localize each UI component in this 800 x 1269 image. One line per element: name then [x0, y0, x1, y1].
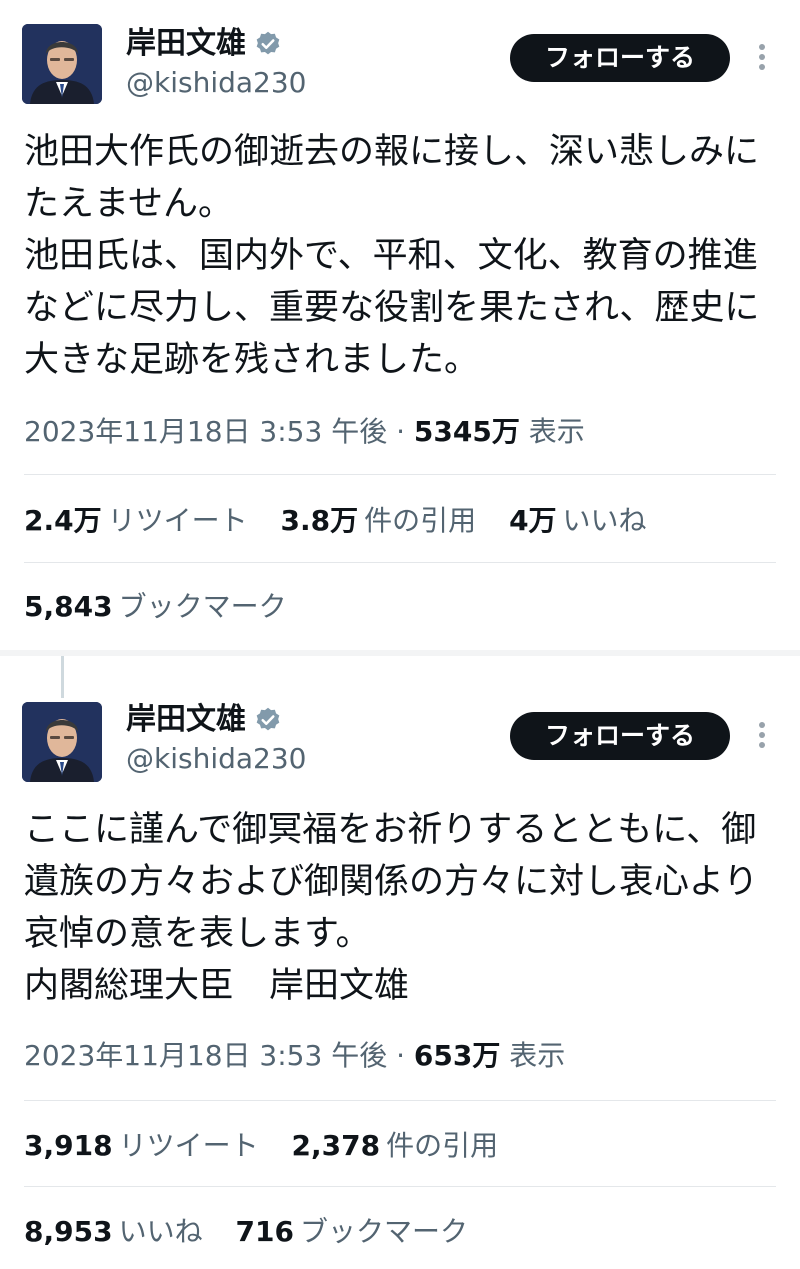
- bookmark-label: ブックマーク: [299, 1215, 468, 1248]
- quote-label: 件の引用: [364, 504, 477, 537]
- retweet-stat[interactable]: 3,918 リツイート: [24, 1129, 259, 1162]
- like-stat[interactable]: 8,953 いいね: [24, 1215, 203, 1248]
- tweet-text: ここに謹んで御冥福をお祈りするとともに、御遺族の方々および御関係の方々に対し衷心…: [24, 810, 759, 1006]
- view-label: 表示: [528, 415, 585, 448]
- tweet-separator: [0, 650, 800, 656]
- bookmark-label: ブックマーク: [118, 590, 287, 623]
- quote-stat[interactable]: 2,378 件の引用: [292, 1129, 499, 1162]
- more-options-icon[interactable]: [752, 44, 772, 74]
- author-row: 岸田文雄: [126, 702, 282, 738]
- author-row: 岸田文雄: [126, 26, 282, 62]
- timestamp[interactable]: 2023年11月18日 3:53 午後: [24, 1039, 387, 1072]
- bookmark-count: 716: [235, 1215, 294, 1248]
- divider: [24, 1100, 776, 1101]
- author-name[interactable]: 岸田文雄: [126, 702, 246, 738]
- view-label: 表示: [509, 1039, 566, 1072]
- view-count: 653万: [413, 1039, 501, 1072]
- author-handle[interactable]: @kishida230: [126, 66, 306, 100]
- tweet-2: 岸田文雄 @kishida230 フォローする ここに謹んで御冥福をお祈りすると…: [0, 676, 800, 1269]
- more-options-icon[interactable]: [752, 722, 772, 752]
- engagement-stats: 2.4万 リツイート 3.8万 件の引用 4万 いいね: [24, 503, 671, 539]
- bookmark-stat[interactable]: 716 ブックマーク: [236, 1215, 468, 1248]
- tweet-1: 岸田文雄 @kishida230 フォローする 池田大作氏の御逝去の報に接し、深…: [0, 0, 800, 650]
- divider: [24, 474, 776, 475]
- meta-dot: ·: [396, 415, 406, 448]
- verified-badge-icon: [256, 31, 280, 55]
- tweet-meta: 2023年11月18日 3:53 午後 · 653万 表示: [24, 1038, 565, 1074]
- meta-dot: ·: [396, 1039, 406, 1072]
- follow-button[interactable]: フォローする: [510, 712, 730, 760]
- avatar-image: [22, 702, 102, 782]
- quote-label: 件の引用: [386, 1129, 499, 1162]
- avatar[interactable]: [22, 702, 102, 782]
- quote-count: 2,378: [291, 1129, 381, 1162]
- like-count: 4万: [509, 504, 557, 537]
- avatar-image: [22, 24, 102, 104]
- retweet-label: リツイート: [107, 504, 248, 537]
- retweet-stat[interactable]: 2.4万 リツイート: [24, 504, 248, 537]
- timestamp[interactable]: 2023年11月18日 3:53 午後: [24, 415, 387, 448]
- like-count: 8,953: [24, 1215, 113, 1248]
- quote-stat[interactable]: 3.8万 件の引用: [281, 504, 477, 537]
- retweet-count: 3,918: [24, 1129, 113, 1162]
- retweet-label: リツイート: [118, 1129, 259, 1162]
- quote-count: 3.8万: [280, 504, 359, 537]
- bookmark-stat[interactable]: 5,843 ブックマーク: [24, 590, 287, 623]
- author-name[interactable]: 岸田文雄: [126, 26, 246, 62]
- bookmark-count: 5,843: [24, 590, 113, 623]
- engagement-stats: 3,918 リツイート 2,378 件の引用: [24, 1128, 522, 1164]
- author-handle[interactable]: @kishida230: [126, 742, 306, 776]
- like-label: いいね: [562, 504, 647, 537]
- view-count: 5345万: [413, 415, 520, 448]
- bookmark-row: 5,843 ブックマーク: [24, 589, 311, 625]
- like-label: いいね: [118, 1215, 203, 1248]
- like-bookmark-row: 8,953 いいね 716 ブックマーク: [24, 1214, 492, 1250]
- follow-button[interactable]: フォローする: [510, 34, 730, 82]
- avatar[interactable]: [22, 24, 102, 104]
- tweet-meta: 2023年11月18日 3:53 午後 · 5345万 表示: [24, 414, 585, 450]
- verified-badge-icon: [256, 707, 280, 731]
- like-stat[interactable]: 4万 いいね: [509, 504, 647, 537]
- retweet-count: 2.4万: [24, 504, 102, 537]
- divider: [24, 562, 776, 563]
- divider: [24, 1186, 776, 1187]
- tweet-text: 池田大作氏の御逝去の報に接し、深い悲しみにたえません。 池田氏は、国内外で、平和…: [24, 132, 760, 380]
